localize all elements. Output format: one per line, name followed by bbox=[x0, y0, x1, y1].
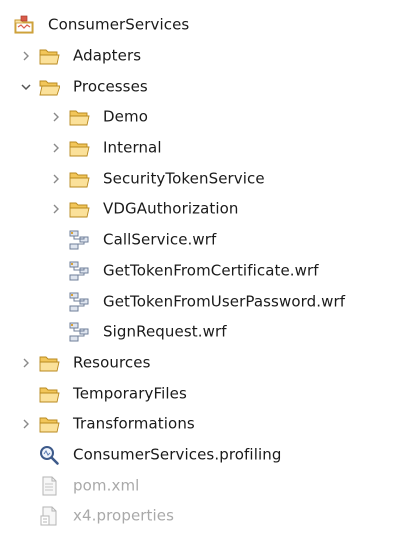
tree-item-adapters[interactable]: Adapters bbox=[0, 41, 399, 72]
tree-item-label: SecurityTokenService bbox=[103, 169, 265, 188]
tree-item-signrequest-wrf[interactable]: SignRequest.wrf bbox=[0, 317, 399, 348]
tree-item-label: Transformations bbox=[73, 414, 195, 433]
tree-item-gettokenfromcertificate-wrf[interactable]: GetTokenFromCertificate.wrf bbox=[0, 256, 399, 287]
chevron-right-icon[interactable] bbox=[19, 49, 33, 63]
chevron-right-icon[interactable] bbox=[19, 417, 33, 431]
chevron-right-icon[interactable] bbox=[49, 141, 63, 155]
tree-item-vdgauthorization[interactable]: VDGAuthorization bbox=[0, 194, 399, 225]
tree-item-label: Resources bbox=[73, 353, 151, 372]
project-explorer-tree: ConsumerServices Adapters Processes Demo… bbox=[0, 10, 399, 532]
tree-item-label: TemporaryFiles bbox=[73, 384, 187, 403]
workflow-file-icon bbox=[68, 321, 90, 343]
tree-item-gettokenfromuserpassword-wrf[interactable]: GetTokenFromUserPassword.wrf bbox=[0, 286, 399, 317]
tree-item-label: Processes bbox=[73, 77, 148, 96]
folder-open-icon bbox=[38, 76, 60, 98]
chevron-down-icon[interactable] bbox=[19, 80, 33, 94]
chevron-right-icon[interactable] bbox=[49, 110, 63, 124]
text-file-icon bbox=[38, 475, 60, 497]
tree-item-label: Internal bbox=[103, 138, 162, 157]
workflow-file-icon bbox=[68, 291, 90, 313]
chevron-right-icon[interactable] bbox=[49, 202, 63, 216]
tree-item-internal[interactable]: Internal bbox=[0, 133, 399, 164]
workflow-file-icon bbox=[68, 229, 90, 251]
tree-item-label: ConsumerServices.profiling bbox=[73, 445, 282, 464]
properties-file-icon bbox=[38, 505, 60, 527]
folder-icon bbox=[38, 352, 60, 374]
tree-item-transformations[interactable]: Transformations bbox=[0, 409, 399, 440]
tree-item-resources[interactable]: Resources bbox=[0, 348, 399, 379]
tree-item-label: GetTokenFromCertificate.wrf bbox=[103, 261, 319, 280]
tree-item-consumerservices-profiling[interactable]: ConsumerServices.profiling bbox=[0, 440, 399, 471]
tree-item-securitytokenservice[interactable]: SecurityTokenService bbox=[0, 163, 399, 194]
tree-item-label: Adapters bbox=[73, 46, 142, 65]
tree-item-label: x4.properties bbox=[73, 506, 175, 525]
folder-icon bbox=[38, 45, 60, 67]
folder-icon bbox=[68, 137, 90, 159]
chevron-right-icon[interactable] bbox=[49, 172, 63, 186]
tree-item-label: VDGAuthorization bbox=[103, 199, 239, 218]
tree-item-label: CallService.wrf bbox=[103, 230, 217, 249]
tree-item-consumerservices-project[interactable]: ConsumerServices bbox=[0, 10, 399, 41]
folder-icon bbox=[68, 106, 90, 128]
folder-icon bbox=[38, 383, 60, 405]
tree-item-temporaryfiles[interactable]: TemporaryFiles bbox=[0, 378, 399, 409]
folder-icon bbox=[68, 198, 90, 220]
tree-item-label: pom.xml bbox=[73, 476, 140, 495]
tree-item-label: ConsumerServices bbox=[48, 15, 190, 34]
tree-item-label: GetTokenFromUserPassword.wrf bbox=[103, 292, 346, 311]
profiling-search-icon bbox=[38, 444, 60, 466]
folder-icon bbox=[68, 168, 90, 190]
tree-item-processes[interactable]: Processes bbox=[0, 71, 399, 102]
chevron-right-icon[interactable] bbox=[19, 356, 33, 370]
tree-item-pom-xml[interactable]: pom.xml bbox=[0, 470, 399, 501]
workflow-file-icon bbox=[68, 260, 90, 282]
project-icon bbox=[13, 14, 35, 36]
folder-icon bbox=[38, 413, 60, 435]
tree-item-demo[interactable]: Demo bbox=[0, 102, 399, 133]
tree-item-x4-properties[interactable]: x4.properties bbox=[0, 501, 399, 532]
tree-item-label: Demo bbox=[103, 107, 148, 126]
tree-item-callservice-wrf[interactable]: CallService.wrf bbox=[0, 225, 399, 256]
tree-item-label: SignRequest.wrf bbox=[103, 322, 227, 341]
